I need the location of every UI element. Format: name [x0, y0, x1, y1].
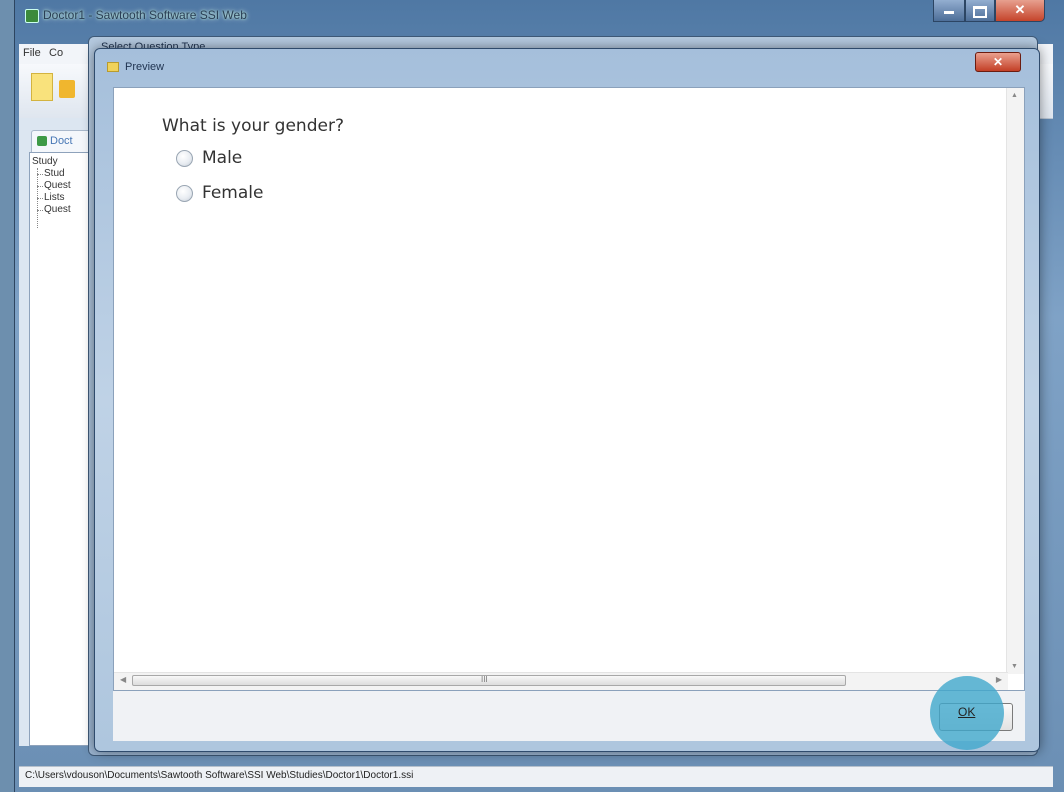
- horizontal-scroll-thumb[interactable]: III: [132, 675, 846, 686]
- tree-item-questionnaire[interactable]: Quest: [44, 204, 71, 215]
- tree-root[interactable]: Study: [32, 156, 58, 167]
- maximize-icon: [973, 6, 987, 18]
- horizontal-scrollbar[interactable]: ◀ III ▶: [114, 672, 1008, 690]
- scroll-up-icon[interactable]: ▲: [1011, 92, 1018, 99]
- tree-item-lists[interactable]: Lists: [44, 192, 65, 203]
- preview-content: What is your gender? Male Female ▲ ▼ ◀ I…: [113, 87, 1025, 691]
- tree-item-questions[interactable]: Quest: [44, 180, 71, 191]
- scroll-down-icon[interactable]: ▼: [1011, 663, 1018, 670]
- option-label-female[interactable]: Female: [202, 183, 263, 203]
- radio-male[interactable]: [176, 150, 193, 167]
- scroll-right-icon[interactable]: ▶: [996, 675, 1002, 684]
- app-title: Doctor1 - Sawtooth Software SSI Web: [43, 8, 247, 22]
- close-icon: ✕: [1014, 2, 1026, 17]
- open-folder-icon[interactable]: [59, 80, 75, 98]
- scroll-left-icon[interactable]: ◀: [120, 675, 126, 684]
- study-icon: [37, 136, 47, 146]
- radio-female[interactable]: [176, 185, 193, 202]
- app-icon: [25, 9, 39, 23]
- new-document-icon[interactable]: [31, 73, 53, 101]
- tree-connector: [37, 198, 43, 199]
- minimize-button[interactable]: [933, 0, 965, 22]
- tree-connector: [37, 210, 43, 211]
- maximize-button[interactable]: [965, 0, 995, 22]
- ok-label-text: OK: [958, 705, 976, 719]
- status-path: C:\Users\vdouson\Documents\Sawtooth Soft…: [25, 770, 414, 781]
- preview-close-button[interactable]: ✕: [975, 52, 1021, 72]
- preview-title: Preview: [125, 61, 165, 73]
- tree-connector: [37, 186, 43, 187]
- status-bar: C:\Users\vdouson\Documents\Sawtooth Soft…: [19, 766, 1053, 787]
- app-titlebar: Doctor1 - Sawtooth Software SSI Web ✕: [15, 0, 1064, 32]
- scroll-grip: III: [481, 675, 488, 684]
- tree-connector: [37, 174, 43, 175]
- menu-file[interactable]: File: [23, 47, 41, 59]
- ok-button-label[interactable]: OK: [958, 705, 975, 719]
- app-close-button[interactable]: ✕: [995, 0, 1045, 22]
- question-text: What is your gender?: [162, 116, 344, 136]
- minimize-icon: [944, 11, 954, 14]
- option-label-male[interactable]: Male: [202, 148, 242, 168]
- preview-icon: [107, 62, 119, 72]
- tree-item-study-settings[interactable]: Stud: [44, 168, 65, 179]
- dialog-footer: [113, 691, 1025, 741]
- close-icon: ✕: [992, 55, 1004, 69]
- preview-dialog: Preview ✕ What is your gender? Male Fema…: [94, 48, 1040, 752]
- vertical-scrollbar[interactable]: ▲ ▼: [1006, 88, 1024, 674]
- menu-compose[interactable]: Co: [49, 47, 63, 59]
- tab-study-label: Doct: [50, 135, 73, 147]
